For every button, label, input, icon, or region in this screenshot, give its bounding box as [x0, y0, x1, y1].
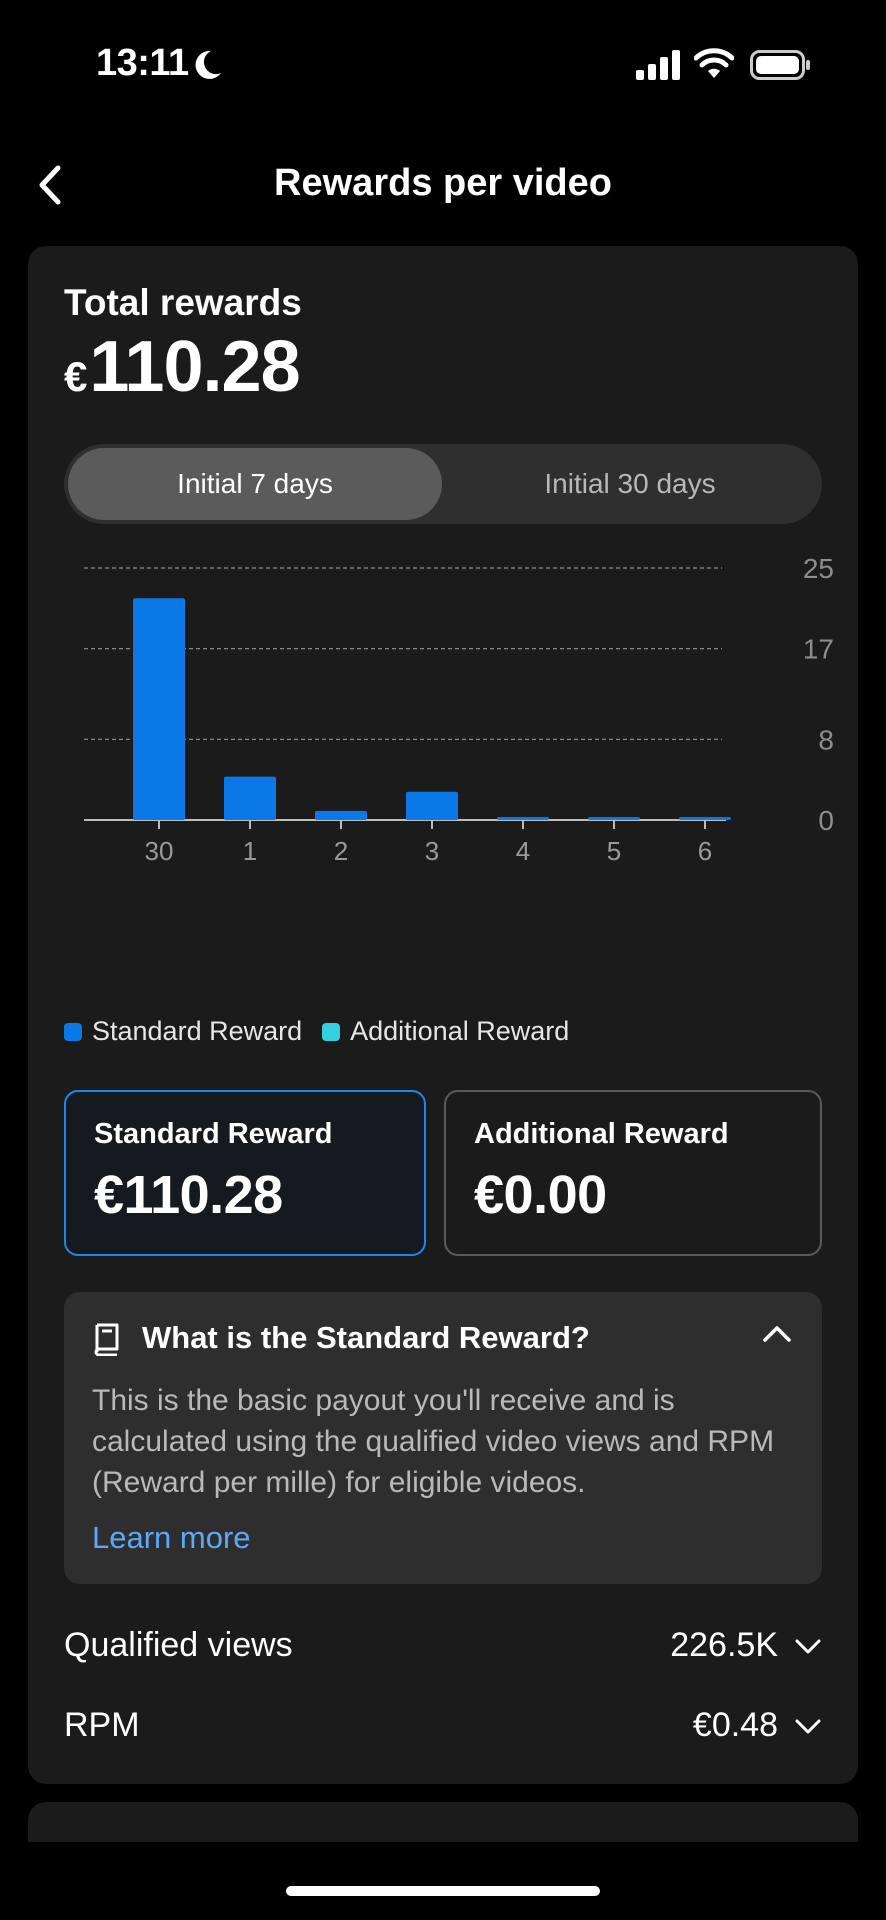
total-currency: €: [64, 353, 88, 400]
bar-standard-reward: [133, 598, 185, 820]
bar-standard-reward: [315, 810, 367, 820]
period-toggle: Initial 7 days Initial 30 days: [64, 444, 822, 524]
wifi-icon: [694, 48, 734, 78]
bar-standard-reward: [588, 817, 640, 820]
status-bar: 13:11: [0, 0, 886, 130]
status-time: 13:11: [96, 42, 189, 84]
legend-swatch-additional: [322, 1022, 341, 1041]
rewards-card: Total rewards € 110.28 Initial 7 days In…: [28, 246, 858, 1784]
qualified-views-value: 226.5K: [670, 1626, 778, 1664]
rpm-row[interactable]: RPM €0.48: [64, 1698, 822, 1758]
x-tick-label: 2: [334, 836, 348, 866]
rewards-bar-chart: 25 17 8 0 30 1 2 3 4 5 6: [64, 546, 854, 906]
standard-reward-box[interactable]: Standard Reward €110.28: [64, 1090, 426, 1256]
info-title[interactable]: What is the Standard Reward?: [142, 1320, 590, 1356]
legend-item-standard: Standard Reward: [64, 1016, 302, 1047]
standard-reward-value: €110.28: [94, 1165, 283, 1225]
x-tick-label: 5: [607, 836, 621, 866]
additional-reward-box[interactable]: Additional Reward €0.00: [444, 1090, 822, 1256]
y-tick-label: 0: [818, 805, 834, 836]
y-tick-label: 17: [803, 634, 834, 665]
legend-swatch-standard: [64, 1022, 82, 1041]
additional-reward-label: Additional Reward: [474, 1118, 729, 1150]
chart-svg: 25 17 8 0 30 1 2 3 4 5 6: [84, 553, 834, 866]
x-tick-label: 6: [698, 836, 712, 866]
chart-legend: Standard Reward Additional Reward: [64, 1016, 589, 1047]
rpm-value: €0.48: [692, 1706, 778, 1744]
x-tick-label: 3: [425, 836, 439, 866]
y-tick-label: 25: [803, 553, 834, 584]
rewards-per-video-screen: 13:11 Rewards per video Total rewards € …: [0, 0, 886, 1920]
header: Rewards per video: [0, 140, 886, 230]
x-tick-label: 1: [243, 836, 257, 866]
bar-standard-reward: [406, 791, 458, 820]
chevron-down-icon: [795, 1639, 821, 1654]
x-tick-label: 4: [516, 836, 530, 866]
x-tick-label: 30: [145, 836, 174, 866]
bottom-area: [0, 1842, 886, 1920]
qualified-views-label: Qualified views: [64, 1626, 293, 1664]
page-title: Rewards per video: [274, 162, 612, 204]
bar-standard-reward: [224, 776, 276, 820]
moon-icon: [195, 50, 221, 79]
bar-standard-reward: [497, 817, 549, 820]
bar-standard-reward: [679, 817, 731, 820]
book-icon: [94, 1323, 119, 1356]
tab-initial-7-days[interactable]: Initial 7 days: [68, 448, 442, 520]
additional-reward-value: €0.00: [474, 1165, 607, 1225]
standard-reward-info-panel: What is the Standard Reward? This is the…: [64, 1292, 822, 1584]
total-rewards-label: Total rewards: [64, 282, 302, 323]
legend-label-standard: Standard Reward: [92, 1016, 303, 1046]
home-indicator[interactable]: [286, 1886, 600, 1896]
y-tick-label: 8: [818, 724, 834, 755]
chevron-up-icon[interactable]: [762, 1324, 792, 1344]
rpm-label: RPM: [64, 1706, 140, 1744]
cellular-signal-icon: [636, 50, 680, 80]
chevron-down-icon: [795, 1719, 821, 1734]
learn-more-link[interactable]: Learn more: [92, 1520, 251, 1556]
tab-initial-30-days[interactable]: Initial 30 days: [442, 448, 818, 520]
info-body: This is the basic payout you'll receive …: [92, 1384, 775, 1499]
total-rewards-amount: € 110.28: [64, 326, 301, 408]
legend-item-additional: Additional Reward: [322, 1016, 569, 1047]
total-value: 110.28: [89, 327, 300, 407]
legend-label-additional: Additional Reward: [350, 1016, 570, 1046]
standard-reward-label: Standard Reward: [94, 1118, 333, 1150]
qualified-views-row[interactable]: Qualified views 226.5K: [64, 1618, 822, 1678]
battery-icon: [750, 50, 810, 80]
